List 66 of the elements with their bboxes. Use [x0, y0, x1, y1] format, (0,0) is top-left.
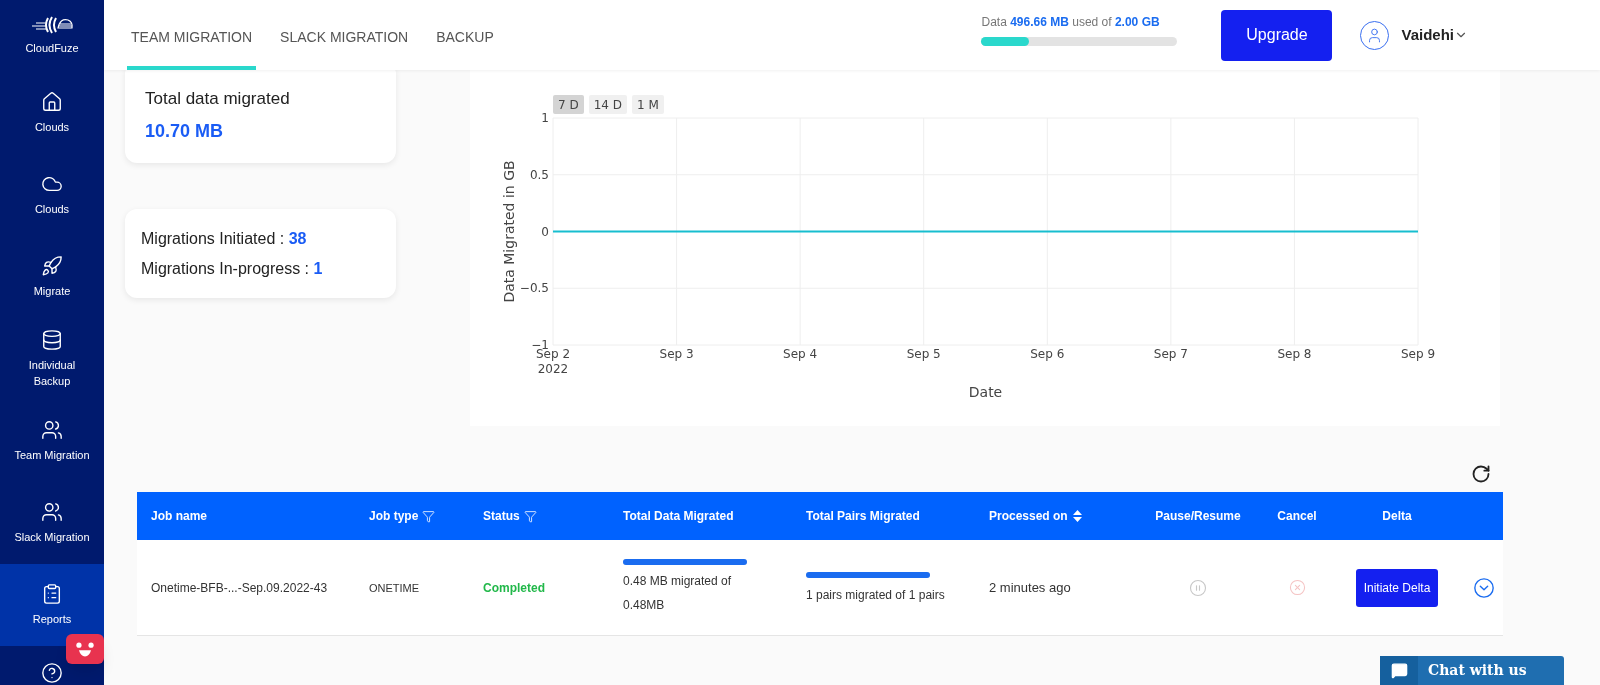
storage-usage-text: Data 496.66 MB used of 2.00 GB [981, 13, 1161, 31]
y-axis-title: Data Migrated in GB [501, 160, 517, 303]
y-tick-label: 0 [541, 224, 549, 239]
y-tick-label: 0.5 [529, 167, 549, 182]
chatbot-icon[interactable] [66, 634, 104, 664]
y-tick-label: 1 [541, 111, 549, 125]
sidebar-item[interactable]: Clouds [0, 154, 104, 236]
sidebar-item[interactable]: Slack Migration [0, 482, 104, 564]
range-button[interactable]: 7 D [553, 95, 584, 114]
job-type: ONETIME [369, 581, 420, 594]
brand-name: CloudFuze [25, 41, 79, 56]
x-tick-label: Sep 6 [1030, 347, 1065, 361]
column-header: Processed on [989, 508, 1068, 525]
refresh-icon[interactable] [1471, 464, 1491, 484]
x-tick-label: Sep 5 [906, 347, 941, 361]
chat-button[interactable]: Chat with us [1380, 656, 1564, 685]
help-icon[interactable] [41, 662, 63, 684]
logo-icon [30, 14, 74, 36]
column-header: Pause/Resume [1155, 508, 1241, 525]
migrations-initiated-text: Migrations Initiated : 38 [141, 228, 308, 249]
rocket-icon [41, 255, 63, 277]
database-icon [41, 329, 63, 351]
sidebar-item[interactable]: Individual Backup [0, 318, 104, 400]
column-header: Job type [369, 508, 419, 525]
migrations-in-progress-text: Migrations In-progress : 1 [141, 258, 324, 279]
people-icon [41, 501, 63, 523]
status-text: Completed [483, 580, 545, 595]
y-tick-label: −0.5 [519, 281, 549, 296]
initiate-delta-button[interactable]: Initiate Delta [1355, 568, 1439, 607]
sidebar-item[interactable]: Team Migration [0, 400, 104, 482]
sidebar-item[interactable]: Reports [0, 564, 104, 646]
tab[interactable]: SLACK MIGRATION [276, 0, 413, 70]
column-header: Status [483, 508, 520, 525]
chat-icon [1390, 662, 1408, 679]
processed-time: 2 minutes ago [989, 579, 1071, 595]
column-header: Total Pairs Migrated [806, 508, 920, 525]
clipboard-icon [41, 583, 63, 605]
sidebar-item[interactable]: Migrate [0, 236, 104, 318]
sidebar-item[interactable]: Clouds [0, 72, 104, 154]
tab[interactable]: BACKUP [432, 0, 498, 70]
x-tick-label: Sep 4 [783, 347, 818, 361]
column-header: Delta [1382, 508, 1412, 525]
total-data-value: 10.70 MB [145, 119, 225, 143]
expand-icon[interactable] [1473, 576, 1495, 599]
data-migrated-text: 0.48 MB migrated of 0.48MB [623, 572, 733, 614]
column-header: Cancel [1277, 508, 1317, 525]
x-tick-label: Sep 9 [1400, 347, 1436, 361]
filter-icon[interactable] [523, 509, 537, 523]
x-tick-label: Sep 8 [1277, 347, 1312, 361]
x-tick-label: Sep 3 [659, 347, 694, 361]
range-button[interactable]: 1 M [632, 95, 664, 114]
x-axis-title: Date [968, 384, 1003, 400]
filter-icon[interactable] [422, 509, 436, 523]
column-header: Total Data Migrated [623, 508, 734, 525]
home-icon [41, 91, 63, 113]
people-icon [41, 419, 63, 441]
column-header: Job name [151, 508, 207, 525]
user-name[interactable]: Vaidehi [1401, 23, 1454, 47]
job-name: Onetime-BFB-...-Sep.09.2022-43 [151, 579, 329, 597]
sort-icon[interactable] [1071, 509, 1083, 523]
x-tick-label: Sep 7 [1153, 347, 1188, 361]
range-button[interactable]: 14 D [588, 95, 628, 114]
x-year-label: 2022 [537, 362, 569, 376]
pairs-migrated-text: 1 pairs migrated of 1 pairs [806, 586, 946, 604]
total-data-label: Total data migrated [145, 88, 291, 110]
upgrade-button[interactable]: Upgrade [1221, 9, 1333, 61]
